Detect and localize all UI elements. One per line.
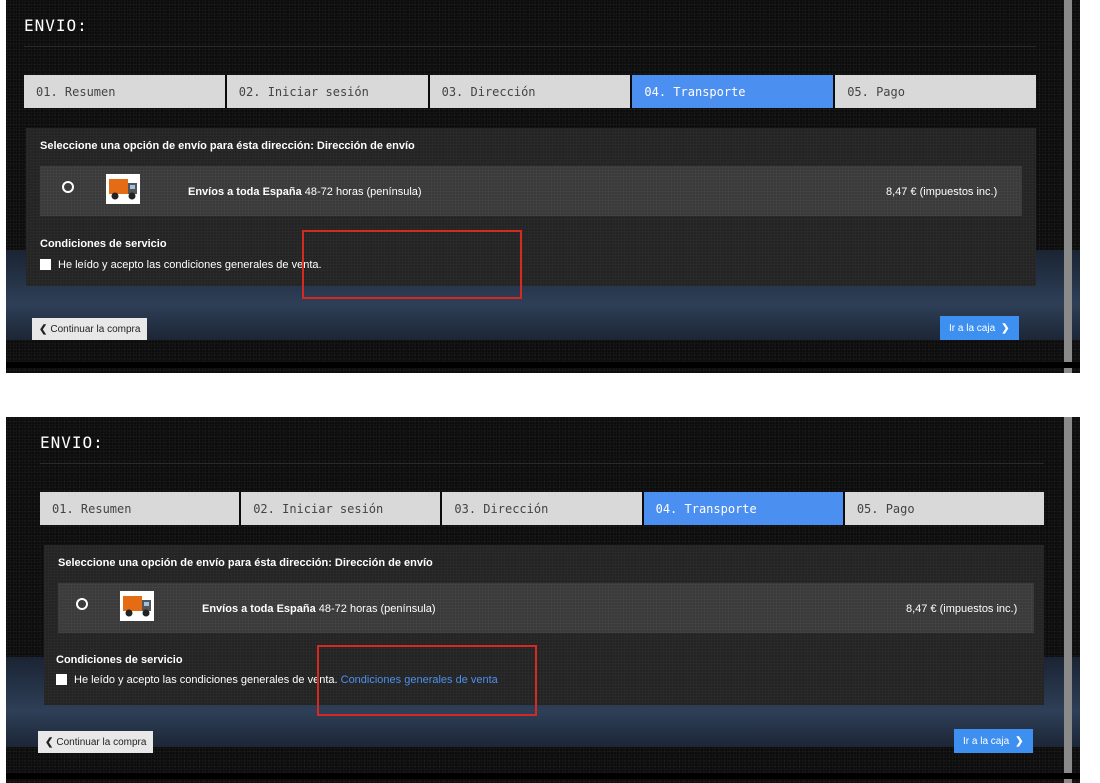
screenshot-before: ENVIO: 01. Resumen 02. Iniciar sesión 03… bbox=[6, 0, 1080, 373]
page-title: ENVIO: bbox=[40, 433, 104, 452]
title-divider bbox=[24, 46, 1036, 47]
checkout-steps: 01. Resumen 02. Iniciar sesión 03. Direc… bbox=[24, 75, 1036, 108]
scrollbar[interactable] bbox=[1080, 417, 1092, 783]
carrier-radio[interactable] bbox=[62, 181, 74, 193]
step-summary[interactable]: 01. Resumen bbox=[24, 75, 227, 108]
highlight-box bbox=[317, 645, 537, 716]
carrier-radio[interactable] bbox=[76, 598, 88, 610]
step-shipping[interactable]: 04. Transporte bbox=[643, 492, 845, 525]
carrier-price: 8,47 € (impuestos inc.) bbox=[886, 186, 998, 198]
chevron-left-icon: ❮ bbox=[39, 323, 48, 335]
truck-icon bbox=[106, 174, 140, 204]
step-login[interactable]: 02. Iniciar sesión bbox=[226, 75, 430, 108]
chevron-right-icon: ❯ bbox=[1015, 735, 1024, 747]
screenshot-after: ENVIO: 01. Resumen 02. Iniciar sesión 03… bbox=[6, 417, 1080, 783]
checkout-button[interactable]: Ir a la caja ❯ bbox=[940, 316, 1019, 340]
continue-shopping-button[interactable]: ❮ Continuar la compra bbox=[32, 318, 148, 340]
step-payment[interactable]: 05. Pago bbox=[835, 75, 1036, 108]
carrier-price: 8,47 € (impuestos inc.) bbox=[906, 603, 1018, 615]
terms-text: He leído y acepto las condiciones genera… bbox=[58, 259, 322, 271]
terms-checkbox[interactable] bbox=[56, 674, 67, 685]
shipping-heading: Seleccione una opción de envío para ésta… bbox=[58, 557, 433, 569]
step-shipping[interactable]: 04. Transporte bbox=[632, 75, 836, 108]
scrollbar[interactable] bbox=[1070, 0, 1080, 373]
page-title: ENVIO: bbox=[24, 16, 88, 35]
highlight-box bbox=[302, 230, 522, 299]
step-address[interactable]: 03. Dirección bbox=[429, 75, 633, 108]
step-login[interactable]: 02. Iniciar sesión bbox=[241, 492, 443, 525]
step-address[interactable]: 03. Dirección bbox=[442, 492, 644, 525]
truck-icon bbox=[120, 591, 154, 621]
carrier-description: Envíos a toda España 48-72 horas (peníns… bbox=[202, 603, 436, 615]
step-payment[interactable]: 05. Pago bbox=[844, 492, 1045, 525]
step-summary[interactable]: 01. Resumen bbox=[40, 492, 242, 525]
checkout-steps: 01. Resumen 02. Iniciar sesión 03. Direc… bbox=[40, 492, 1045, 525]
carrier-description: Envíos a toda España 48-72 horas (peníns… bbox=[188, 186, 422, 198]
terms-heading: Condiciones de servicio bbox=[40, 238, 167, 250]
continue-shopping-button[interactable]: ❮ Continuar la compra bbox=[38, 731, 154, 753]
checkout-button[interactable]: Ir a la caja ❯ bbox=[954, 729, 1033, 753]
terms-heading: Condiciones de servicio bbox=[56, 654, 183, 666]
window-frame bbox=[1064, 417, 1072, 783]
title-divider bbox=[40, 463, 1044, 464]
chevron-right-icon: ❯ bbox=[1001, 322, 1010, 334]
terms-checkbox[interactable] bbox=[40, 259, 51, 270]
shipping-heading: Seleccione una opción de envío para ésta… bbox=[40, 140, 415, 152]
chevron-left-icon: ❮ bbox=[45, 736, 54, 748]
